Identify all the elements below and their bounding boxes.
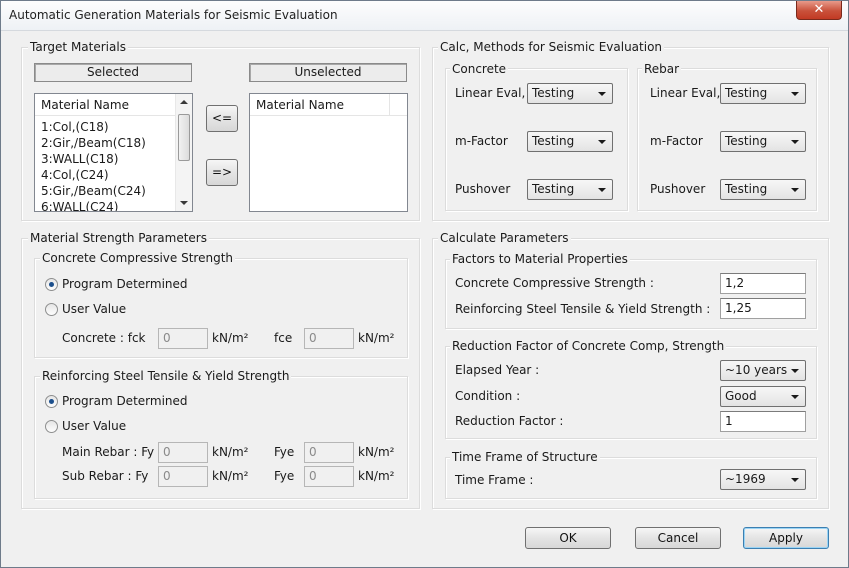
concrete-strength-legend: Concrete Compressive Strength (40, 251, 236, 265)
calc-params-legend: Calculate Parameters (438, 231, 571, 245)
main-rebar-fye-input[interactable]: 0 (304, 442, 354, 463)
selected-list-column-header[interactable]: Material Name (35, 94, 175, 116)
apply-button[interactable]: Apply (743, 527, 829, 549)
factor-concrete-label: Concrete Compressive Strength : (455, 276, 654, 290)
fck-unit: kN/m² (212, 331, 249, 345)
list-item[interactable]: 2:Gir,/Beam(C18) (41, 135, 146, 151)
dialog-window: Automatic Generation Materials for Seism… (0, 0, 849, 568)
reduction-factor-input[interactable]: 1 (720, 411, 806, 432)
rebar-pushover-label: Pushover (650, 182, 706, 196)
main-rebar-fy-input[interactable]: 0 (158, 442, 208, 463)
concrete-m-factor-select[interactable]: Testing (527, 131, 613, 152)
target-materials-legend: Target Materials (28, 40, 128, 54)
close-button[interactable]: ✕ (796, 1, 842, 20)
selected-list-scrollbar[interactable] (175, 94, 192, 211)
sub-rebar-fy-label: Sub Rebar : Fy (62, 469, 149, 483)
steel-strength-legend: Reinforcing Steel Tensile & Yield Streng… (40, 369, 292, 383)
concrete-pushover-select[interactable]: Testing (527, 179, 613, 200)
close-icon: ✕ (813, 2, 825, 17)
elapsed-year-select[interactable]: ~10 years (720, 360, 806, 381)
steel-user-label[interactable]: User Value (62, 419, 126, 433)
chevron-down-icon (791, 395, 799, 399)
selected-header: Selected (34, 63, 192, 82)
main-rebar-fy-label: Main Rebar : Fy (62, 445, 155, 459)
concrete-pushover-label: Pushover (455, 182, 511, 196)
rebar-linear-eval-select[interactable]: Testing (720, 83, 806, 104)
fce-input[interactable]: 0 (304, 328, 354, 349)
selected-materials-list[interactable]: Material Name 1:Col,(C18) 2:Gir,/Beam(C1… (34, 93, 193, 212)
main-rebar-fye-label: Fye (274, 445, 295, 459)
concrete-methods-legend: Concrete (450, 62, 509, 76)
chevron-down-icon (791, 478, 799, 482)
list-item[interactable]: 5:Gir,/Beam(C24) (41, 183, 146, 199)
concrete-user-label[interactable]: User Value (62, 302, 126, 316)
rebar-pushover-select[interactable]: Testing (720, 179, 806, 200)
fck-input[interactable]: 0 (158, 328, 208, 349)
concrete-user-radio[interactable] (45, 303, 58, 316)
list-item[interactable]: 4:Col,(C24) (41, 167, 109, 183)
chevron-down-icon (598, 92, 606, 96)
scroll-thumb[interactable] (178, 114, 190, 161)
sub-rebar-fye-label: Fye (274, 469, 295, 483)
time-frame-legend: Time Frame of Structure (450, 450, 600, 464)
cancel-button[interactable]: Cancel (635, 527, 721, 549)
concrete-linear-eval-select[interactable]: Testing (527, 83, 613, 104)
time-frame-select[interactable]: ~1969 (720, 469, 806, 490)
unselected-list-column-header[interactable]: Material Name (250, 94, 407, 116)
unselected-list-column-label: Material Name (256, 98, 344, 112)
factor-steel-input[interactable]: 1,25 (720, 298, 806, 319)
concrete-m-factor-label: m-Factor (455, 134, 508, 148)
factor-concrete-input[interactable]: 1,2 (720, 273, 806, 294)
list-item[interactable]: 6:WALL(C24) (41, 199, 118, 211)
list-item[interactable]: 1:Col,(C18) (41, 119, 109, 135)
chevron-down-icon (791, 92, 799, 96)
time-frame-label: Time Frame : (455, 473, 534, 487)
scroll-down-icon[interactable] (180, 201, 188, 205)
condition-select[interactable]: Good (720, 386, 806, 407)
fck-label: Concrete : fck (62, 331, 146, 345)
sub-rebar-fye-unit: kN/m² (358, 469, 395, 483)
sub-rebar-fy-unit: kN/m² (212, 469, 249, 483)
move-to-unselected-button[interactable]: => (206, 159, 238, 186)
condition-label: Condition : (455, 389, 521, 403)
chevron-down-icon (791, 369, 799, 373)
list-item[interactable]: 3:WALL(C18) (41, 151, 118, 167)
chevron-down-icon (791, 188, 799, 192)
rebar-linear-eval-label: Linear Eval, (650, 86, 721, 100)
factor-steel-label: Reinforcing Steel Tensile & Yield Streng… (455, 302, 711, 316)
factors-legend: Factors to Material Properties (450, 252, 630, 266)
unselected-materials-list[interactable]: Material Name (249, 93, 408, 212)
elapsed-year-label: Elapsed Year : (455, 363, 540, 377)
ok-button[interactable]: OK (525, 527, 611, 549)
title-bar: Automatic Generation Materials for Seism… (1, 1, 848, 31)
move-to-selected-button[interactable]: <= (206, 105, 238, 132)
reduction-legend: Reduction Factor of Concrete Comp, Stren… (450, 339, 727, 353)
steel-user-radio[interactable] (45, 420, 58, 433)
calc-methods-legend: Calc, Methods for Seismic Evaluation (438, 40, 665, 54)
rebar-m-factor-label: m-Factor (650, 134, 703, 148)
unselected-header: Unselected (249, 63, 407, 82)
main-rebar-fy-unit: kN/m² (212, 445, 249, 459)
main-rebar-fye-unit: kN/m² (358, 445, 395, 459)
steel-program-label[interactable]: Program Determined (62, 394, 188, 408)
rebar-methods-legend: Rebar (642, 62, 682, 76)
chevron-down-icon (598, 140, 606, 144)
concrete-program-radio[interactable] (45, 278, 58, 291)
strength-params-legend: Material Strength Parameters (28, 231, 209, 245)
sub-rebar-fy-input[interactable]: 0 (158, 466, 208, 487)
steel-program-radio[interactable] (45, 395, 58, 408)
window-title: Automatic Generation Materials for Seism… (9, 8, 338, 22)
reduction-factor-label: Reduction Factor : (455, 414, 564, 428)
concrete-linear-eval-label: Linear Eval, (455, 86, 526, 100)
selected-list-column-label: Material Name (41, 98, 129, 112)
scroll-up-icon[interactable] (180, 100, 188, 104)
chevron-down-icon (791, 140, 799, 144)
chevron-down-icon (598, 188, 606, 192)
fce-label: fce (274, 331, 293, 345)
concrete-program-label[interactable]: Program Determined (62, 277, 188, 291)
sub-rebar-fye-input[interactable]: 0 (304, 466, 354, 487)
rebar-m-factor-select[interactable]: Testing (720, 131, 806, 152)
fce-unit: kN/m² (358, 331, 395, 345)
